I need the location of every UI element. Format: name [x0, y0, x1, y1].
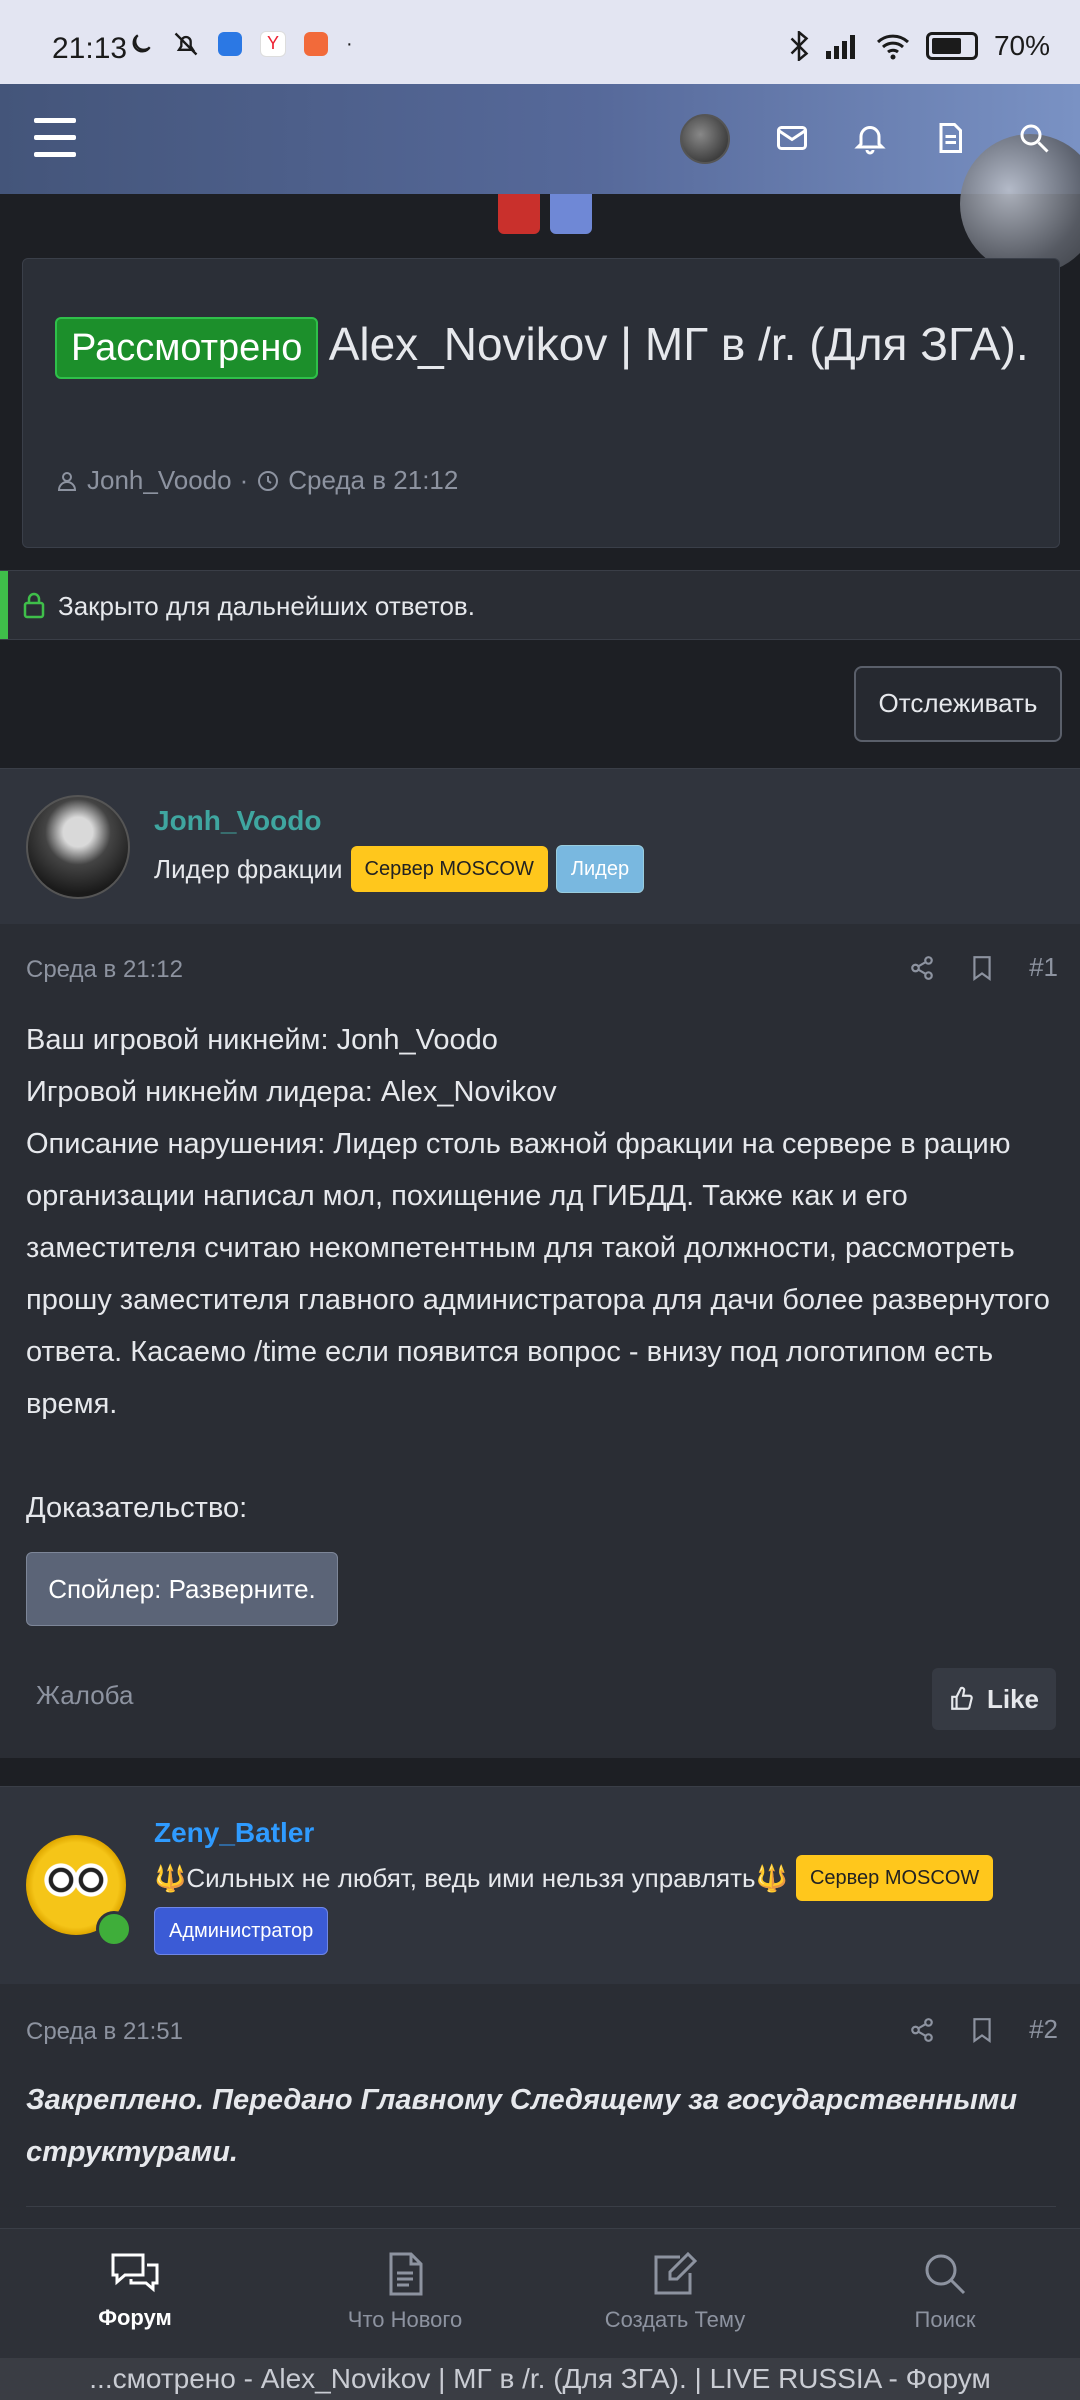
- tab-label: Что Нового: [347, 2307, 463, 2332]
- notice-accent-bar: [0, 571, 8, 639]
- tab-label: Создать Тему: [604, 2307, 746, 2332]
- post-user-badge-row: Администратор: [154, 1907, 329, 1955]
- status-time: 21:13: [52, 32, 128, 65]
- post-line: Игровой никнейм лидера: Alex_Novikov: [26, 1076, 557, 1108]
- post-user-title-row: 🔱Сильных не любят, ведь ими нельзя управ…: [154, 1855, 994, 1901]
- battery-icon: [925, 32, 978, 60]
- bookmark-icon[interactable]: [971, 2017, 993, 2043]
- status-bar: 21:13 Y · 70%: [0, 0, 1080, 84]
- post-1-body: Среда в 21:12 #1 Ваш игровой никнейм: Jo…: [0, 924, 1080, 1758]
- post-user-title-row: Лидер фракции Сервер MOSCOW Лидер: [154, 845, 645, 893]
- wifi-icon: [876, 34, 909, 60]
- inbox-icon[interactable]: [774, 120, 810, 156]
- avatar[interactable]: [26, 795, 130, 899]
- report-link[interactable]: Жалоба: [36, 1680, 133, 1711]
- like-label: Like: [986, 1683, 1040, 1714]
- page-title-bar: ...смотрено - Alex_Novikov | МГ в /r. (Д…: [0, 2358, 1080, 2400]
- thread-header-card: Рассмотрено Alex_Novikov | МГ в /r. (Для…: [22, 258, 1060, 548]
- thread-title-text: Alex_Novikov | МГ в /r. (Для ЗГА).: [328, 318, 1029, 370]
- tab-whats-new[interactable]: Что Нового: [270, 2229, 540, 2359]
- role-badge: Администратор: [154, 1907, 329, 1955]
- role-badge: Лидер: [555, 845, 645, 893]
- divider: [26, 2206, 1056, 2207]
- tab-search[interactable]: Поиск: [810, 2229, 1080, 2359]
- thread-date[interactable]: Среда в 21:12: [288, 465, 458, 496]
- post-number[interactable]: #1: [1029, 952, 1058, 983]
- search-icon: [925, 2254, 966, 2295]
- forum-icon: [111, 2253, 159, 2293]
- bookmark-icon[interactable]: [971, 955, 993, 981]
- status-notification-icons: Y ·: [128, 30, 353, 58]
- top-navigation: [0, 84, 1080, 274]
- post-number[interactable]: #2: [1029, 2014, 1058, 2045]
- post-actions: #1: [909, 952, 1058, 983]
- post-actions: #2: [909, 2014, 1058, 2045]
- logo-fragment-red: [498, 194, 540, 234]
- post-username[interactable]: Zeny_Batler: [154, 1817, 314, 1849]
- online-status-badge: [96, 1911, 132, 1947]
- watch-button[interactable]: Отслеживать: [854, 666, 1062, 742]
- post-date[interactable]: Среда в 21:12: [26, 956, 183, 984]
- post-username[interactable]: Jonh_Voodo: [154, 805, 321, 837]
- search-icon[interactable]: [1016, 120, 1052, 156]
- post-2-body: Среда в 21:51 #2 Закреплено. Передано Гл…: [0, 1984, 1080, 2228]
- status-badge: Рассмотрено: [55, 316, 319, 379]
- thread-author[interactable]: Jonh_Voodo: [87, 465, 232, 496]
- thread-title: Рассмотрено Alex_Novikov | МГ в /r. (Для…: [55, 307, 1035, 381]
- user-icon: [57, 471, 77, 491]
- share-icon[interactable]: [909, 2017, 935, 2043]
- bluetooth-icon: [790, 31, 809, 61]
- meta-separator: ·: [239, 465, 249, 495]
- messenger-app-icon: [218, 32, 242, 56]
- clock-icon: [258, 470, 279, 491]
- record-app-icon: [304, 32, 328, 56]
- post-content: Закреплено. Передано Главному Следящему …: [26, 2084, 1018, 2168]
- alerts-bell-icon[interactable]: [852, 120, 888, 156]
- closed-notice-text: Закрыто для дальнейших ответов.: [58, 591, 475, 621]
- whats-new-icon[interactable]: [932, 120, 968, 156]
- thumbs-up-icon: [951, 1686, 973, 1710]
- like-button[interactable]: Like: [932, 1668, 1056, 1730]
- post-user-title: Лидер фракции: [154, 853, 343, 884]
- tab-label: Поиск: [914, 2307, 976, 2332]
- post-1-user-header: Jonh_Voodo Лидер фракции Сервер MOSCOW Л…: [0, 768, 1080, 926]
- account-avatar[interactable]: [680, 114, 730, 164]
- post-line: Ваш игровой никнейм: Jonh_Voodo: [26, 1024, 498, 1056]
- yandex-app-icon: Y: [260, 31, 286, 57]
- post-date[interactable]: Среда в 21:51: [26, 2018, 183, 2046]
- lock-icon: [23, 592, 45, 619]
- more-dot-icon: ·: [346, 32, 353, 55]
- tab-forum[interactable]: Форум: [0, 2229, 270, 2359]
- menu-icon[interactable]: [34, 118, 76, 158]
- battery-percent: 70%: [993, 30, 1050, 61]
- post-line: Описание нарушения: Лидер столь важной ф…: [26, 1128, 1050, 1420]
- moon-icon: [132, 34, 151, 53]
- server-badge: Сервер MOSCOW: [795, 1855, 994, 1901]
- thread-meta: Jonh_Voodo · Среда в 21:12: [55, 465, 458, 496]
- spoiler-button[interactable]: Спойлер: Разверните.: [26, 1552, 338, 1626]
- logo-fragment-blue: [550, 194, 592, 234]
- status-system-icons: 70%: [788, 30, 1050, 62]
- closed-notice: Закрыто для дальнейших ответов.: [0, 570, 1080, 640]
- bottom-tab-bar: Форум Что Нового Создать Тему Поиск: [0, 2228, 1080, 2359]
- edit-icon: [654, 2251, 698, 2295]
- post-user-title: 🔱Сильных не любят, ведь ими нельзя управ…: [154, 1862, 788, 1893]
- server-badge: Сервер MOSCOW: [350, 846, 548, 892]
- mute-icon: [174, 32, 198, 56]
- post-line: Доказательство:: [26, 1492, 248, 1524]
- share-icon[interactable]: [909, 955, 935, 981]
- document-icon: [389, 2252, 423, 2296]
- tab-create-thread[interactable]: Создать Тему: [540, 2229, 810, 2359]
- signal-icon: [825, 35, 855, 59]
- post-content: Ваш игровой никнейм: Jonh_Voodo Игровой …: [26, 1014, 1056, 1534]
- tab-label: Форум: [98, 2305, 172, 2330]
- post-2-user-header: Zeny_Batler 🔱Сильных не любят, ведь ими …: [0, 1786, 1080, 1986]
